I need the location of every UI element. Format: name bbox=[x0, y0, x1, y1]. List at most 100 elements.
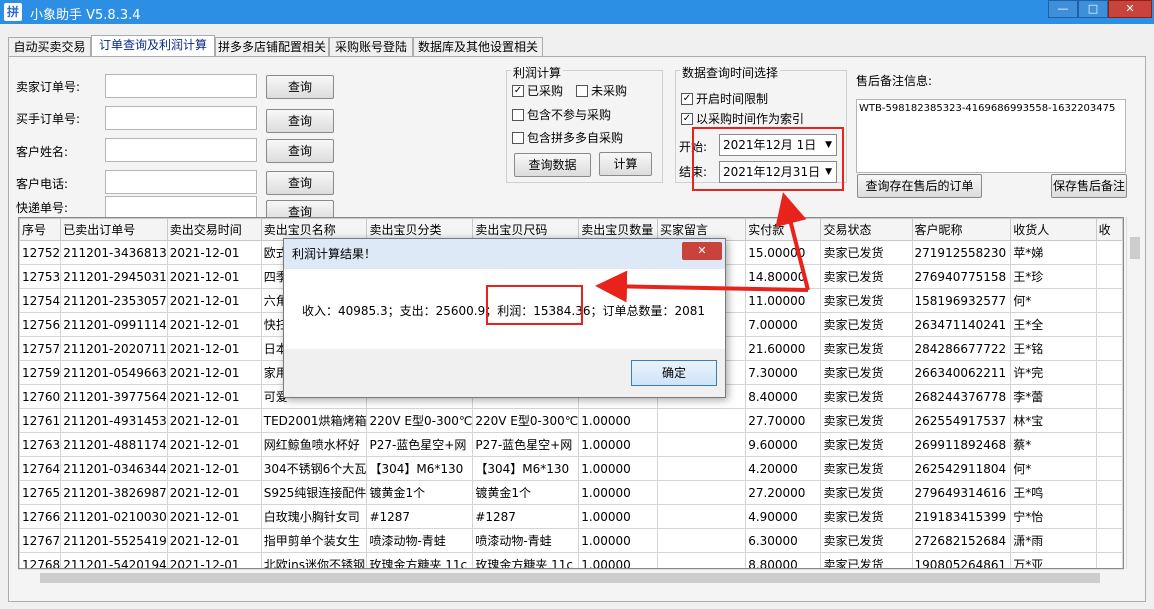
table-row[interactable]: 12768 211201-5420194 2021-12-01 北欧ins迷你不锈钢玫… bbox=[19, 552, 1123, 568]
dialog-close-button[interactable]: ✕ bbox=[682, 242, 722, 260]
tab-order-query-profit[interactable]: 订单查询及利润计算 bbox=[91, 35, 215, 58]
table-cell: 北欧ins迷你不锈钢 bbox=[260, 552, 368, 568]
table-cell: 7.30000 bbox=[745, 360, 822, 385]
table-cell: 2021-12-01 bbox=[166, 336, 262, 361]
table-cell bbox=[656, 504, 747, 529]
table-row[interactable]: 12763 211201-4881174 2021-12-01 网红鲸鱼喷水杯好 P27… bbox=[19, 432, 1123, 457]
table-cell: 王*珍 bbox=[1010, 264, 1097, 289]
app-logo-icon: 拼 bbox=[4, 3, 22, 21]
column-header[interactable]: 已卖出订单号 bbox=[60, 218, 168, 241]
vertical-scrollbar[interactable] bbox=[1126, 217, 1143, 569]
table-cell: S925纯银连接配件 bbox=[260, 480, 368, 505]
buyer-order-input[interactable] bbox=[105, 106, 257, 130]
table-cell: 王*铭 bbox=[1010, 336, 1097, 361]
customer-phone-input[interactable] bbox=[105, 170, 257, 194]
table-cell: 喷漆动物-青蛙 bbox=[366, 528, 474, 553]
query-seller-order-button[interactable]: 查询 bbox=[266, 75, 334, 99]
table-cell bbox=[656, 456, 747, 481]
vertical-scroll-thumb[interactable] bbox=[1130, 237, 1140, 259]
table-row[interactable]: 12767 211201-5525419 2021-12-01 指甲剪单个装女生 喷漆动… bbox=[19, 528, 1123, 553]
table-cell: 211201-3977564 bbox=[60, 384, 168, 409]
query-customer-name-button[interactable]: 查询 bbox=[266, 139, 334, 163]
column-header[interactable]: 实付款 bbox=[745, 218, 822, 241]
column-header[interactable]: 收 bbox=[1095, 218, 1123, 241]
table-cell: 2021-12-01 bbox=[166, 240, 262, 265]
tab-pdd-store-config[interactable]: 拼多多店铺配置相关 bbox=[215, 37, 329, 57]
checkbox-not-purchased[interactable]: 未采购 bbox=[576, 82, 627, 99]
table-cell: 白玫瑰小胸针女司 bbox=[260, 504, 368, 529]
aftersale-label: 售后备注信息: bbox=[856, 74, 933, 88]
column-header[interactable]: 卖出交易时间 bbox=[166, 218, 262, 241]
table-cell: 211201-0346344 bbox=[60, 456, 168, 481]
column-header[interactable]: 客户昵称 bbox=[911, 218, 1012, 241]
table-cell: 卖家已发货 bbox=[820, 456, 913, 481]
column-header[interactable]: 交易状态 bbox=[820, 218, 913, 241]
table-cell: 何* bbox=[1010, 288, 1097, 313]
close-window-button[interactable]: ✕ bbox=[1108, 0, 1152, 18]
start-date-picker[interactable]: 2021年12月 1日 ▼ bbox=[719, 134, 837, 156]
table-cell: 网红鲸鱼喷水杯好 bbox=[260, 432, 368, 457]
table-row[interactable]: 12765 211201-3826987 2021-12-01 S925纯银连接配件镀… bbox=[19, 480, 1123, 505]
table-cell: 7.00000 bbox=[745, 312, 822, 337]
chevron-down-icon: ▼ bbox=[825, 167, 832, 177]
tab-purchase-login[interactable]: 采购账号登陆 bbox=[329, 37, 413, 57]
table-row[interactable]: 12764 211201-0346344 2021-12-01 304不锈钢6个大瓦【… bbox=[19, 456, 1123, 481]
table-cell: 1.00000 bbox=[578, 504, 658, 529]
checkbox-exclude[interactable]: 包含不参与采购 bbox=[512, 106, 611, 123]
table-cell: 卖家已发货 bbox=[820, 312, 913, 337]
table-cell: 12766 bbox=[19, 504, 62, 529]
table-cell: 宁*怡 bbox=[1010, 504, 1097, 529]
tab-database-settings[interactable]: 数据库及其他设置相关 bbox=[413, 37, 543, 57]
express-number-input[interactable] bbox=[105, 196, 257, 218]
aftersale-memo-textarea[interactable]: WTB-598182385323-4169686993558-163220347… bbox=[856, 99, 1126, 173]
query-aftersale-button[interactable]: 查询存在售后的订单 bbox=[857, 174, 982, 198]
table-cell: 12761 bbox=[19, 408, 62, 433]
query-buyer-order-button[interactable]: 查询 bbox=[266, 109, 334, 133]
table-cell: 1.00000 bbox=[578, 480, 658, 505]
checkbox-checked-icon: ✓ bbox=[681, 92, 693, 105]
table-cell: 211201-3826987 bbox=[60, 480, 168, 505]
end-date-picker[interactable]: 2021年12月31日 ▼ bbox=[719, 161, 837, 183]
maximize-button[interactable]: □ bbox=[1078, 0, 1108, 18]
table-cell: 许*完 bbox=[1010, 360, 1097, 385]
table-cell bbox=[1095, 552, 1123, 568]
table-cell: 卖家已发货 bbox=[820, 240, 913, 265]
horizontal-scroll-thumb[interactable] bbox=[40, 573, 1100, 583]
checkbox-unchecked-icon bbox=[576, 84, 588, 97]
table-row[interactable]: 12766 211201-0210030 2021-12-01 白玫瑰小胸针女司 #12… bbox=[19, 504, 1123, 529]
query-data-button[interactable]: 查询数据 bbox=[514, 153, 591, 177]
table-cell: 12759 bbox=[19, 360, 62, 385]
table-cell: 【304】M6*130 bbox=[472, 456, 580, 481]
table-cell bbox=[1095, 528, 1123, 553]
table-cell: 12752 bbox=[19, 240, 62, 265]
table-cell: 卖家已发货 bbox=[820, 288, 913, 313]
customer-name-input[interactable] bbox=[105, 138, 257, 162]
table-cell: 玫瑰金方糖夹 11c bbox=[366, 552, 474, 568]
query-customer-phone-button[interactable]: 查询 bbox=[266, 171, 334, 195]
table-cell: 李*蕾 bbox=[1010, 384, 1097, 409]
table-cell: 12765 bbox=[19, 480, 62, 505]
column-header[interactable]: 收货人 bbox=[1010, 218, 1097, 241]
seller-order-input[interactable] bbox=[105, 74, 257, 98]
column-header[interactable]: 序号 bbox=[19, 218, 62, 241]
dialog-ok-button[interactable]: 确定 bbox=[631, 360, 717, 386]
horizontal-scrollbar[interactable] bbox=[18, 569, 1124, 586]
use-purchase-time-label: 以采购时间作为索引 bbox=[696, 112, 805, 126]
table-cell: 2021-12-01 bbox=[166, 408, 262, 433]
table-cell: 8.80000 bbox=[745, 552, 822, 568]
table-row[interactable]: 12761 211201-4931453 2021-12-01 TED2001烘箱烤箱… bbox=[19, 408, 1123, 433]
tab-auto-trade[interactable]: 自动买卖交易 bbox=[8, 37, 91, 57]
save-aftersale-button[interactable]: 保存售后备注 bbox=[1051, 174, 1127, 198]
calculate-button[interactable]: 计算 bbox=[599, 152, 652, 176]
table-cell: 220V E型0-300℃ bbox=[472, 408, 580, 433]
table-cell: 220V E型0-300℃ bbox=[366, 408, 474, 433]
table-cell: 2021-12-01 bbox=[166, 288, 262, 313]
table-cell: 12757 bbox=[19, 336, 62, 361]
table-cell: 1.00000 bbox=[578, 528, 658, 553]
checkbox-include-pdd[interactable]: 包含拼多多自采购 bbox=[512, 129, 623, 146]
minimize-button[interactable]: — bbox=[1048, 0, 1078, 18]
table-cell: 何* bbox=[1010, 456, 1097, 481]
checkbox-enable-time-limit[interactable]: ✓ 开启时间限制 bbox=[681, 90, 768, 107]
checkbox-use-purchase-time[interactable]: ✓ 以采购时间作为索引 bbox=[681, 110, 804, 127]
checkbox-purchased[interactable]: ✓ 已采购 bbox=[512, 82, 563, 99]
